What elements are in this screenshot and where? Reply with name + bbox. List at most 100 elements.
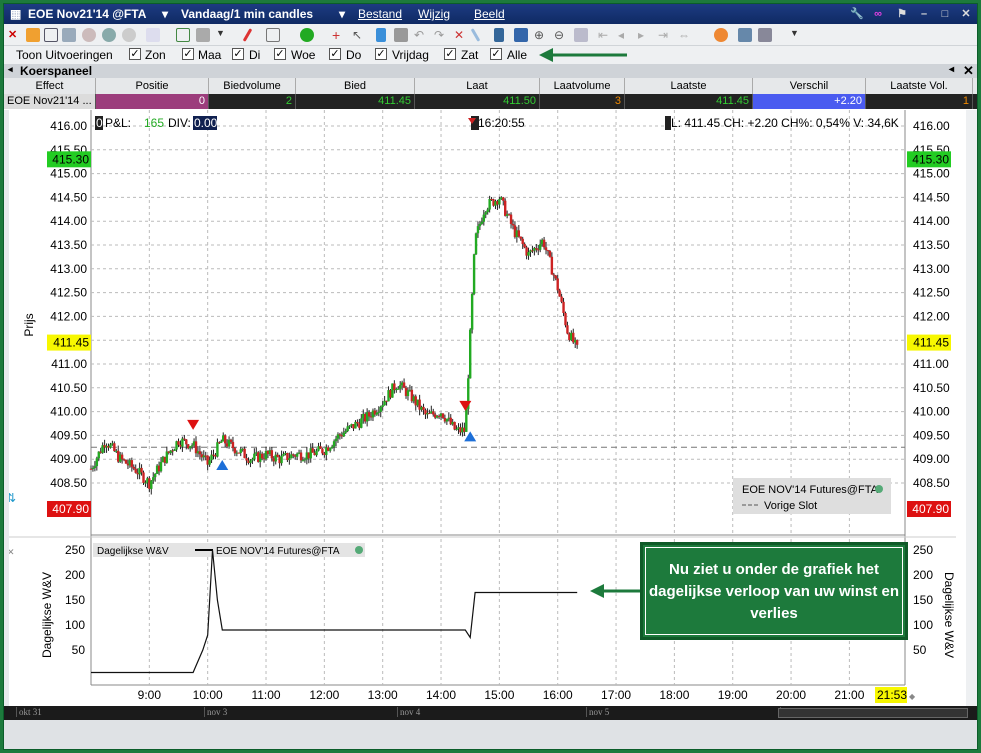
period-selector[interactable]: Vandaag/1 min candles bbox=[181, 7, 313, 21]
tools-icon[interactable] bbox=[758, 28, 772, 42]
cell-verschil[interactable]: +2.20 bbox=[753, 94, 866, 109]
more-dropdown-icon[interactable]: ▼ bbox=[790, 28, 804, 42]
menu-wijzig[interactable]: Wijzig bbox=[418, 7, 450, 21]
col-bied[interactable]: Bied bbox=[296, 78, 415, 94]
scroll-left-icon[interactable]: ◂ bbox=[618, 28, 632, 42]
redo-icon[interactable]: ↷ bbox=[434, 28, 448, 42]
menu-bestand[interactable]: Bestand bbox=[358, 7, 402, 21]
rectangle-icon[interactable] bbox=[266, 28, 280, 42]
globe-icon[interactable] bbox=[102, 28, 116, 42]
timeframe-icon[interactable] bbox=[494, 28, 504, 42]
crosshair-icon[interactable]: ✕ bbox=[8, 28, 22, 42]
checkbox-zat[interactable]: ✓ bbox=[444, 48, 456, 60]
fit-all-icon[interactable]: ⇔ bbox=[678, 28, 692, 42]
low-price-tag: 407.90 bbox=[52, 502, 89, 516]
title-dropdown-icon[interactable]: ▾ bbox=[162, 7, 168, 21]
save-icon[interactable] bbox=[196, 28, 210, 42]
col-verschil[interactable]: Verschil bbox=[753, 78, 866, 94]
minimize-icon[interactable]: – bbox=[916, 7, 932, 21]
zoom-in-icon[interactable]: ⊕ bbox=[534, 28, 548, 42]
time-cursor-icon: ◆ bbox=[909, 692, 916, 701]
pnl-axis-title-left: Dagelijkse W&V bbox=[40, 572, 54, 658]
zoom-fit-icon[interactable] bbox=[574, 28, 588, 42]
maximize-icon[interactable]: □ bbox=[937, 7, 953, 21]
pnl-tick-left: 50 bbox=[72, 643, 86, 657]
dropdown-icon[interactable]: ▼ bbox=[216, 28, 230, 42]
col-effect[interactable]: Effect bbox=[4, 78, 96, 94]
menu-beeld[interactable]: Beeld bbox=[474, 7, 505, 21]
cell-biedvolume[interactable]: 2 bbox=[209, 94, 296, 109]
pan-right-icon[interactable]: ⇥ bbox=[658, 28, 672, 42]
quote-panel-header: ◂ Koerspaneel ◂ ✕ bbox=[4, 63, 977, 79]
panel-pin-icon[interactable]: ◂ bbox=[949, 64, 954, 75]
col-laatste-vol[interactable]: Laatste Vol. bbox=[866, 78, 973, 94]
palette-icon[interactable] bbox=[82, 28, 96, 42]
col-positie[interactable]: Positie bbox=[96, 78, 209, 94]
cell-effect[interactable]: EOE Nov21'14 ... bbox=[4, 94, 96, 109]
checkbox-di[interactable]: ✓ bbox=[232, 48, 244, 60]
undo-icon[interactable]: ↶ bbox=[414, 28, 428, 42]
pan-left-icon[interactable]: ⇤ bbox=[598, 28, 612, 42]
checkbox-woe[interactable]: ✓ bbox=[274, 48, 286, 60]
time-tick-label: 21:00 bbox=[834, 688, 864, 702]
col-laatvolume[interactable]: Laatvolume bbox=[540, 78, 625, 94]
scroll-right-icon[interactable]: ▸ bbox=[638, 28, 652, 42]
quote-table-row[interactable]: EOE Nov21'14 ... 0 2 411.45 411.50 3 411… bbox=[4, 94, 977, 109]
time-tick-label: 10:00 bbox=[193, 688, 223, 702]
cell-laatste-vol[interactable]: 1 bbox=[866, 94, 973, 109]
checkbox-do[interactable]: ✓ bbox=[329, 48, 341, 60]
line-tool-icon[interactable] bbox=[242, 28, 253, 42]
candle-down bbox=[550, 256, 554, 275]
dollar-icon[interactable] bbox=[300, 28, 314, 42]
cell-laatvolume[interactable]: 3 bbox=[540, 94, 625, 109]
right-scroll-strip[interactable] bbox=[966, 110, 977, 710]
cell-laat[interactable]: 411.50 bbox=[415, 94, 540, 109]
grid-icon[interactable] bbox=[44, 28, 58, 42]
candle-down bbox=[509, 214, 513, 224]
color-icon[interactable] bbox=[714, 28, 728, 42]
checkbox-maa[interactable]: ✓ bbox=[182, 48, 194, 60]
checkbox-alle[interactable]: ✓ bbox=[490, 48, 502, 60]
period-dropdown-icon[interactable]: ▾ bbox=[339, 7, 345, 21]
col-laat[interactable]: Laat bbox=[415, 78, 540, 94]
crosshair-tool-icon[interactable]: + bbox=[332, 28, 346, 42]
cell-laatste[interactable]: 411.45 bbox=[625, 94, 753, 109]
price-tick-right: 409.50 bbox=[913, 428, 950, 442]
candle-up bbox=[381, 405, 384, 407]
candle-up bbox=[484, 212, 487, 215]
delete-icon[interactable]: ✕ bbox=[454, 28, 468, 42]
window-title[interactable]: EOE Nov21'14 @FTA bbox=[28, 7, 146, 21]
pnl-tick-right: 150 bbox=[913, 593, 933, 607]
checkbox-vrijdag[interactable]: ✓ bbox=[375, 48, 387, 60]
layout-icon[interactable] bbox=[146, 28, 160, 42]
cell-bied[interactable]: 411.45 bbox=[296, 94, 415, 109]
col-laatste[interactable]: Laatste bbox=[625, 78, 753, 94]
flag-icon[interactable]: ⚑ bbox=[894, 7, 910, 21]
wrench-icon[interactable]: 🔧 bbox=[849, 7, 865, 21]
candle-up bbox=[91, 467, 95, 469]
circle-icon[interactable] bbox=[122, 28, 136, 42]
pencil-icon[interactable] bbox=[26, 28, 40, 42]
collapse-icon[interactable]: ◂ bbox=[8, 64, 13, 75]
trendline-icon[interactable] bbox=[470, 28, 481, 42]
fibonacci-icon[interactable] bbox=[394, 28, 408, 42]
cell-positie[interactable]: 0 bbox=[96, 94, 209, 109]
zoom-out-icon[interactable]: ⊖ bbox=[554, 28, 568, 42]
cursor-icon[interactable]: ↖ bbox=[352, 28, 366, 42]
panel-close-icon[interactable]: ✕ bbox=[963, 63, 974, 79]
info-icon[interactable] bbox=[376, 28, 386, 42]
close-window-icon[interactable]: ✕ bbox=[958, 7, 974, 21]
col-biedvolume[interactable]: Biedvolume bbox=[209, 78, 296, 94]
time-tick-label: 14:00 bbox=[426, 688, 456, 702]
candle-down bbox=[185, 439, 188, 445]
legend-globe-icon bbox=[875, 485, 883, 493]
text-icon[interactable] bbox=[514, 28, 528, 42]
price-tick-left: 413.50 bbox=[50, 238, 87, 252]
date-navigator[interactable]: okt 31nov 3nov 4nov 5nov 6 bbox=[4, 706, 977, 720]
print-icon[interactable] bbox=[62, 28, 76, 42]
settings-icon[interactable] bbox=[738, 28, 752, 42]
checkbox-zon[interactable]: ✓ bbox=[129, 48, 141, 60]
bar-chart-icon[interactable] bbox=[176, 28, 190, 42]
link-icon[interactable]: ∞ bbox=[870, 7, 886, 21]
date-scroll-thumb[interactable] bbox=[778, 708, 968, 718]
